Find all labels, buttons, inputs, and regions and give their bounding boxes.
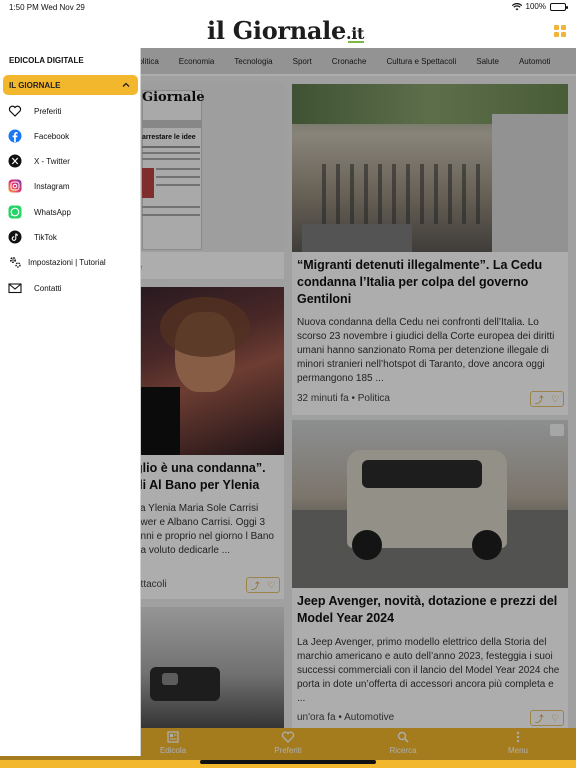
wifi-icon xyxy=(511,2,522,10)
status-bar: 1:50 PM Wed Nov 29 100% xyxy=(0,0,576,14)
drawer-item-label: Facebook xyxy=(34,131,70,141)
status-date: Wed Nov 29 xyxy=(41,3,85,12)
drawer-item-contatti[interactable]: Contatti xyxy=(8,278,136,298)
tiktok-icon xyxy=(8,230,22,244)
drawer-item-preferiti[interactable]: Preferiti xyxy=(8,101,136,121)
drawer-item-label: Impostazioni | Tutorial xyxy=(28,257,106,267)
settings-icon xyxy=(8,255,22,269)
brand-name: il Giornale xyxy=(207,16,346,45)
drawer-item-label: Contatti xyxy=(34,283,62,293)
drawer-header[interactable]: EDICOLA DIGITALE xyxy=(9,56,84,65)
chevron-up-icon xyxy=(122,82,130,87)
sections-grid-button[interactable] xyxy=(554,25,566,37)
battery-percent: 100% xyxy=(525,2,546,11)
drawer-item-whatsapp[interactable]: WhatsApp xyxy=(8,202,136,222)
drawer-item-label: Preferiti xyxy=(34,106,62,116)
instagram-icon xyxy=(8,179,22,193)
status-time: 1:50 PM xyxy=(9,3,39,12)
logo-accent xyxy=(348,41,365,43)
drawer-item-instagram[interactable]: Instagram xyxy=(8,176,136,196)
app-header: il Giornale.it xyxy=(0,14,576,48)
drawer-item-label: X - Twitter xyxy=(34,156,70,166)
drawer-item-label: Instagram xyxy=(34,181,70,191)
facebook-icon xyxy=(8,129,22,143)
drawer-item-label: WhatsApp xyxy=(34,207,71,217)
drawer-item-facebook[interactable]: Facebook xyxy=(8,126,136,146)
battery-icon xyxy=(550,2,568,11)
x-twitter-icon xyxy=(8,154,22,168)
brand-logo[interactable]: il Giornale.it xyxy=(207,16,364,45)
home-indicator[interactable] xyxy=(200,760,376,764)
drawer-section-label: IL GIORNALE xyxy=(9,81,61,90)
app-window: 1:50 PM Wed Nov 29 100% il Giornale.it P… xyxy=(0,0,576,768)
heart-icon xyxy=(8,104,22,118)
status-right: 100% xyxy=(511,2,568,11)
drawer-item-label: TikTok xyxy=(34,232,57,242)
mail-icon xyxy=(8,281,22,295)
drawer-section-il-giornale[interactable]: IL GIORNALE xyxy=(3,75,138,95)
drawer-item-impostazioni[interactable]: Impostazioni | Tutorial xyxy=(8,252,136,272)
whatsapp-icon xyxy=(8,205,22,219)
drawer-item-tiktok[interactable]: TikTok xyxy=(8,227,136,247)
drawer-item-x-twitter[interactable]: X - Twitter xyxy=(8,151,136,171)
side-drawer: EDICOLA DIGITALE IL GIORNALE Preferiti F… xyxy=(0,48,141,756)
